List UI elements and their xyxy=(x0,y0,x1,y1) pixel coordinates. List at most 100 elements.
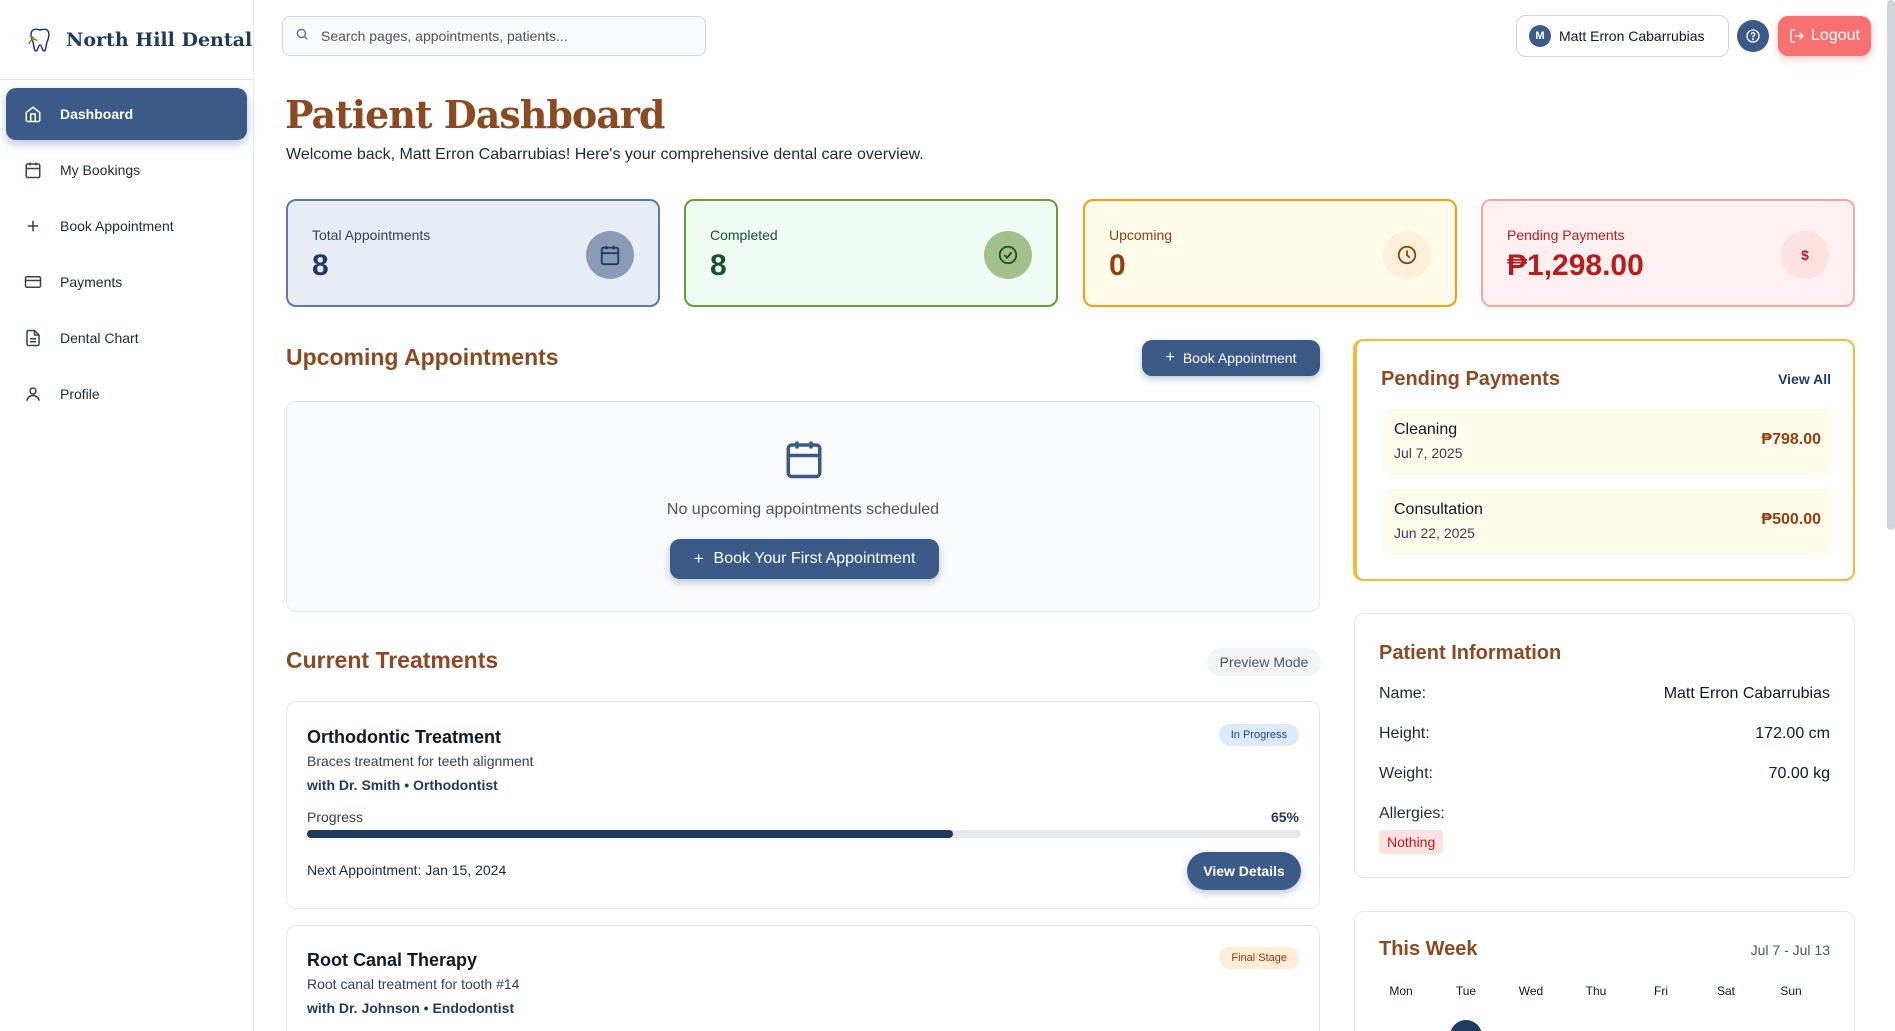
treatment-card: Orthodontic Treatment In Progress Braces… xyxy=(286,701,1320,909)
sidebar-item-label: Payments xyxy=(60,274,123,290)
treatment-description: Root canal treatment for tooth #14 xyxy=(307,976,520,992)
payment-item[interactable]: Consultation Jun 22, 2025 ₱500.00 xyxy=(1383,489,1832,555)
stat-card-pending-payments: Pending Payments ₱1,298.00 $ xyxy=(1481,199,1855,307)
day-name: Fri xyxy=(1654,984,1668,998)
info-label: Name: xyxy=(1379,685,1427,702)
book-first-appointment-button[interactable]: + Book Your First Appointment xyxy=(670,539,939,579)
progress-percent: 65% xyxy=(1270,809,1299,825)
payment-amount: ₱798.00 xyxy=(1761,431,1821,448)
user-menu-button[interactable]: M Matt Erron Cabarrubias xyxy=(1516,15,1729,57)
view-all-link[interactable]: View All xyxy=(1778,371,1831,387)
logout-label: Logout xyxy=(1811,27,1860,44)
day-number[interactable]: 8 xyxy=(1450,1020,1482,1031)
help-button[interactable] xyxy=(1737,20,1769,52)
stat-card-total-appointments: Total Appointments 8 xyxy=(286,199,660,307)
day-number[interactable]: 12 xyxy=(1710,1020,1742,1031)
brand-name: North Hill Dental xyxy=(66,28,253,51)
logout-icon xyxy=(1789,28,1811,44)
day-name: Wed xyxy=(1518,984,1544,998)
sidebar: North Hill Dental Dashboard My Bookings … xyxy=(0,0,254,1031)
treatment-card: Root Canal Therapy Final Stage Root cana… xyxy=(286,925,1320,1031)
treatment-description: Braces treatment for teeth alignment xyxy=(307,753,534,769)
this-week-title: This Week xyxy=(1379,938,1478,960)
treatment-doctor: with Dr. Smith • Orthodontist xyxy=(307,777,498,793)
sidebar-item-dental-chart[interactable]: Dental Chart xyxy=(6,312,247,364)
empty-state-text: No upcoming appointments scheduled xyxy=(666,501,940,518)
user-icon xyxy=(24,385,42,403)
user-name: Matt Erron Cabarrubias xyxy=(1559,28,1705,44)
patient-information-title: Patient Information xyxy=(1379,642,1562,664)
info-label: Weight: xyxy=(1379,765,1433,782)
sidebar-item-label: My Bookings xyxy=(60,162,141,178)
logout-button[interactable]: Logout xyxy=(1778,16,1871,56)
current-treatments-title: Current Treatments xyxy=(286,647,499,673)
status-badge: In Progress xyxy=(1218,724,1299,746)
payment-amount: ₱500.00 xyxy=(1761,511,1821,528)
treatment-title: Root Canal Therapy xyxy=(307,950,478,970)
status-badge: Final Stage xyxy=(1219,947,1299,969)
sidebar-item-payments[interactable]: Payments xyxy=(6,256,247,308)
payment-date: Jun 22, 2025 xyxy=(1394,525,1475,541)
week-range: Jul 7 - Jul 13 xyxy=(1750,942,1830,958)
day-name: Sun xyxy=(1780,984,1802,998)
info-value: Matt Erron Cabarrubias xyxy=(1663,685,1830,702)
day-number[interactable]: 13 xyxy=(1775,1020,1807,1031)
sidebar-item-label: Dashboard xyxy=(60,106,134,122)
sidebar-item-label: Dental Chart xyxy=(60,330,139,346)
page-subtitle: Welcome back, Matt Erron Cabarrubias! He… xyxy=(286,146,924,163)
day-number[interactable]: 11 xyxy=(1645,1020,1677,1031)
info-label: Allergies: xyxy=(1379,805,1445,822)
stat-label: Total Appointments xyxy=(312,227,431,243)
search-icon xyxy=(295,27,321,46)
progress-bar xyxy=(307,830,1301,838)
info-row-weight: Weight: 70.00 kg xyxy=(1379,765,1830,783)
upcoming-appointments-title: Upcoming Appointments xyxy=(286,344,559,370)
avatar: M xyxy=(1529,25,1551,47)
credit-card-icon xyxy=(24,273,42,291)
preview-mode-badge: Preview Mode xyxy=(1207,648,1321,676)
brand[interactable]: North Hill Dental xyxy=(0,0,253,80)
sidebar-item-label: Book Appointment xyxy=(60,218,174,234)
calendar-icon xyxy=(24,161,42,179)
info-label: Height: xyxy=(1379,725,1430,742)
treatment-title: Orthodontic Treatment xyxy=(307,727,502,747)
home-icon xyxy=(24,105,42,123)
day-name: Mon xyxy=(1389,984,1413,998)
dollar-icon: $ xyxy=(1781,231,1829,279)
sidebar-item-book-appointment[interactable]: Book Appointment xyxy=(6,200,247,252)
scrollbar[interactable] xyxy=(1887,0,1895,530)
sidebar-nav: Dashboard My Bookings Book Appointment P… xyxy=(0,80,253,432)
progress-fill xyxy=(307,830,954,838)
payment-name: Cleaning xyxy=(1394,421,1458,438)
check-circle-icon xyxy=(984,231,1032,279)
stat-label: Pending Payments xyxy=(1507,227,1625,243)
book-appointment-button[interactable]: + Book Appointment xyxy=(1142,340,1320,376)
day-number[interactable]: 9 xyxy=(1515,1020,1547,1031)
search-bar[interactable] xyxy=(282,16,706,56)
search-input[interactable] xyxy=(321,28,681,44)
this-week-panel: This Week Jul 7 - Jul 13 Mon 7 Tue 8 Wed 9 Thu… xyxy=(1354,911,1855,1031)
day-number[interactable]: 7 xyxy=(1385,1020,1417,1031)
stat-label: Upcoming xyxy=(1109,227,1173,243)
book-appointment-label: Book Appointment xyxy=(1182,350,1297,366)
document-icon xyxy=(24,329,42,347)
stat-label: Completed xyxy=(710,227,778,243)
page-title: Patient Dashboard xyxy=(285,92,665,137)
sidebar-item-dashboard[interactable]: Dashboard xyxy=(6,88,247,140)
sidebar-item-profile[interactable]: Profile xyxy=(6,368,247,420)
calendar-icon xyxy=(586,231,634,279)
plus-icon: + xyxy=(1165,349,1175,366)
info-value: 70.00 kg xyxy=(1768,765,1830,782)
book-first-appointment-label: Book Your First Appointment xyxy=(713,550,916,567)
info-value: 172.00 cm xyxy=(1755,725,1830,742)
payment-item[interactable]: Cleaning Jul 7, 2025 ₱798.00 xyxy=(1383,409,1832,475)
day-number[interactable]: 10 xyxy=(1580,1020,1612,1031)
day-name: Tue xyxy=(1455,984,1477,998)
payment-date: Jul 7, 2025 xyxy=(1394,445,1463,461)
pending-payments-title: Pending Payments xyxy=(1381,368,1560,390)
day-name: Sat xyxy=(1716,984,1735,998)
clock-icon xyxy=(1383,231,1431,279)
day-name: Thu xyxy=(1585,984,1607,998)
view-details-button[interactable]: View Details xyxy=(1187,852,1301,890)
sidebar-item-my-bookings[interactable]: My Bookings xyxy=(6,144,247,196)
